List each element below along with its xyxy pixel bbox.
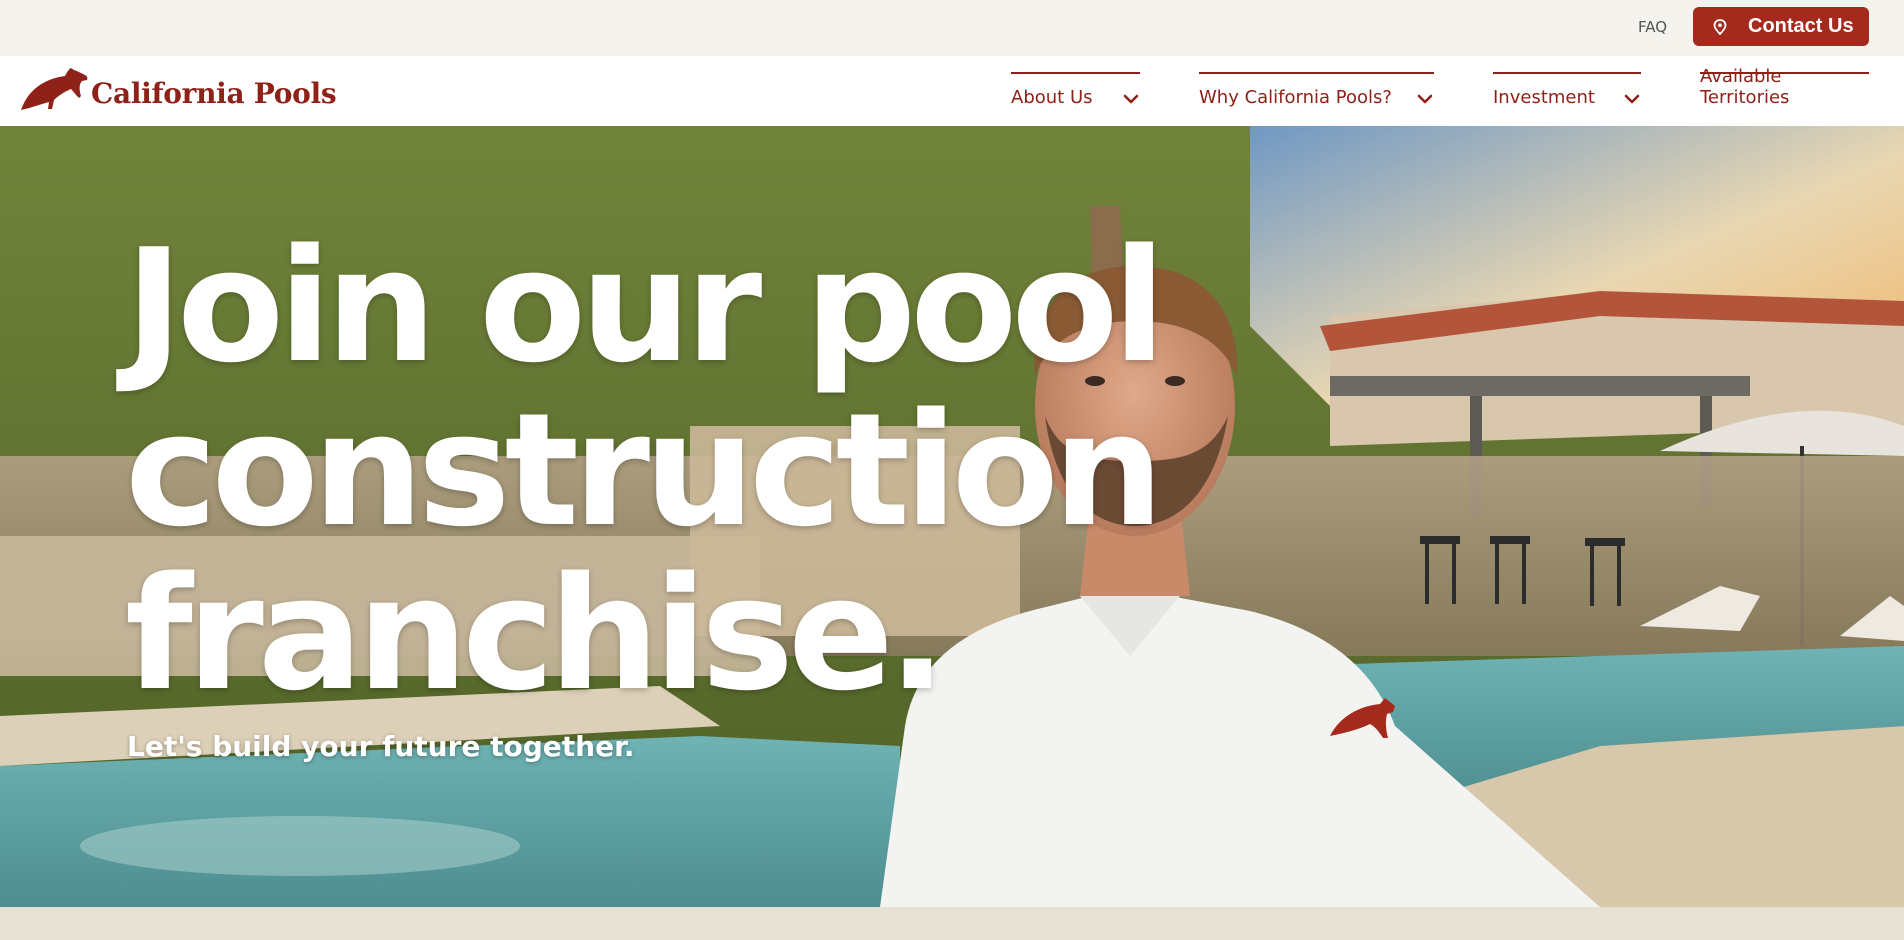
contact-us-label: Contact Us xyxy=(1748,15,1854,37)
contact-us-button[interactable]: Contact Us xyxy=(1693,7,1869,46)
nav-why-california-pools[interactable]: Why California Pools? xyxy=(1199,72,1434,112)
faq-link[interactable]: FAQ xyxy=(1638,18,1667,36)
main-navigation: California Pools About Us Why California… xyxy=(0,56,1904,126)
hero-subheading: Let's build your future together. xyxy=(127,730,635,763)
nav-investment-label: Investment xyxy=(1493,87,1595,108)
nav-available-territories[interactable]: Available Territories xyxy=(1700,66,1869,112)
nav-about-us[interactable]: About Us xyxy=(1011,72,1140,112)
chevron-down-icon xyxy=(1417,94,1433,104)
nav-territories-label: Available Territories xyxy=(1700,66,1790,108)
hero-heading: Join our pool construction franchise. xyxy=(125,215,1166,725)
hero-heading-line: construction xyxy=(125,379,1164,561)
nav-about-us-label: About Us xyxy=(1011,87,1093,108)
bear-logo-icon xyxy=(21,68,88,110)
location-pin-icon xyxy=(1713,18,1727,35)
chevron-down-icon xyxy=(1624,94,1640,104)
hero-section: Join our pool construction franchise. Le… xyxy=(0,126,1904,907)
nav-investment[interactable]: Investment xyxy=(1493,72,1641,112)
hero-heading-line: franchise. xyxy=(125,543,947,725)
utility-bar: FAQ Contact Us xyxy=(0,0,1904,56)
brand-logo[interactable]: California Pools xyxy=(19,64,337,112)
chevron-down-icon xyxy=(1123,94,1139,104)
section-divider xyxy=(0,907,1904,940)
brand-name: California Pools xyxy=(91,77,337,110)
nav-why-label: Why California Pools? xyxy=(1199,87,1392,108)
hero-heading-line: Join our pool xyxy=(125,215,1166,397)
